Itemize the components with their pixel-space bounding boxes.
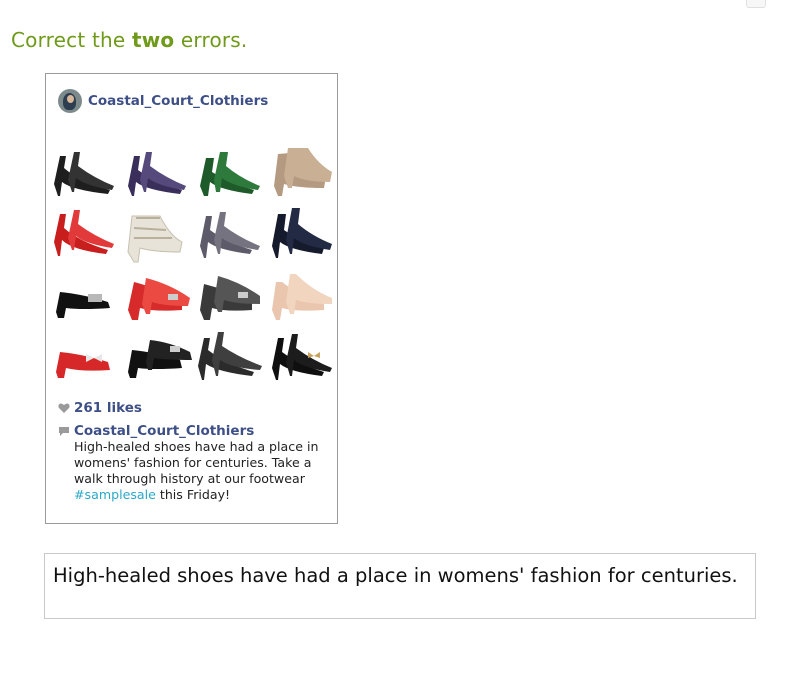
shoes-photo (54, 148, 332, 380)
shoe-purple-pump (128, 152, 186, 196)
instruction-text: Correct the two errors. (11, 28, 247, 52)
shoe-black-pump (54, 152, 114, 196)
shoe-dark-grey-buckle (200, 276, 260, 320)
likes-count: 261 likes (74, 400, 142, 416)
caption-text: High-healed shoes have had a place in wo… (74, 439, 324, 503)
shoe-black-buckle (56, 292, 110, 318)
shoe-nude-pump (272, 274, 332, 320)
post-username[interactable]: Coastal_Court_Clothiers (88, 93, 268, 109)
instruction-suffix: errors. (174, 28, 248, 52)
comment-icon (59, 426, 69, 436)
shoe-red-buckle (128, 278, 190, 320)
post-header: Coastal_Court_Clothiers (58, 88, 268, 114)
answer-input[interactable]: High-healed shoes have had a place in wo… (44, 553, 756, 619)
social-post-card: Coastal_Court_Clothiers 261 likes Coasta… (45, 73, 338, 524)
shoe-green-pump (200, 152, 260, 196)
instruction-emphasis: two (131, 28, 175, 52)
instruction-prefix: Correct the (11, 28, 132, 52)
heart-icon[interactable] (58, 402, 70, 414)
avatar (58, 89, 82, 113)
shoe-grey-pump (200, 212, 260, 258)
hashtag-link[interactable]: #samplesale (74, 487, 156, 502)
shoe-navy-platform (272, 208, 332, 258)
caption-text-after: this Friday! (155, 487, 231, 502)
shoe-black-stiletto (198, 332, 262, 380)
shoe-tan-bootie (274, 148, 332, 196)
post-image (48, 142, 336, 382)
caption-block: Coastal_Court_Clothiers High-healed shoe… (58, 423, 333, 503)
shoe-red-bow (56, 352, 110, 378)
likes-row: 261 likes (58, 400, 142, 416)
shoe-patent-bow (272, 334, 332, 380)
caption-username[interactable]: Coastal_Court_Clothiers (74, 423, 254, 439)
caption-text-before: High-healed shoes have had a place in wo… (74, 439, 319, 486)
close-icon[interactable] (746, 0, 766, 8)
shoe-black-bow (128, 340, 192, 378)
shoe-red-pump (54, 210, 114, 256)
shoe-white-strappy (127, 215, 183, 263)
